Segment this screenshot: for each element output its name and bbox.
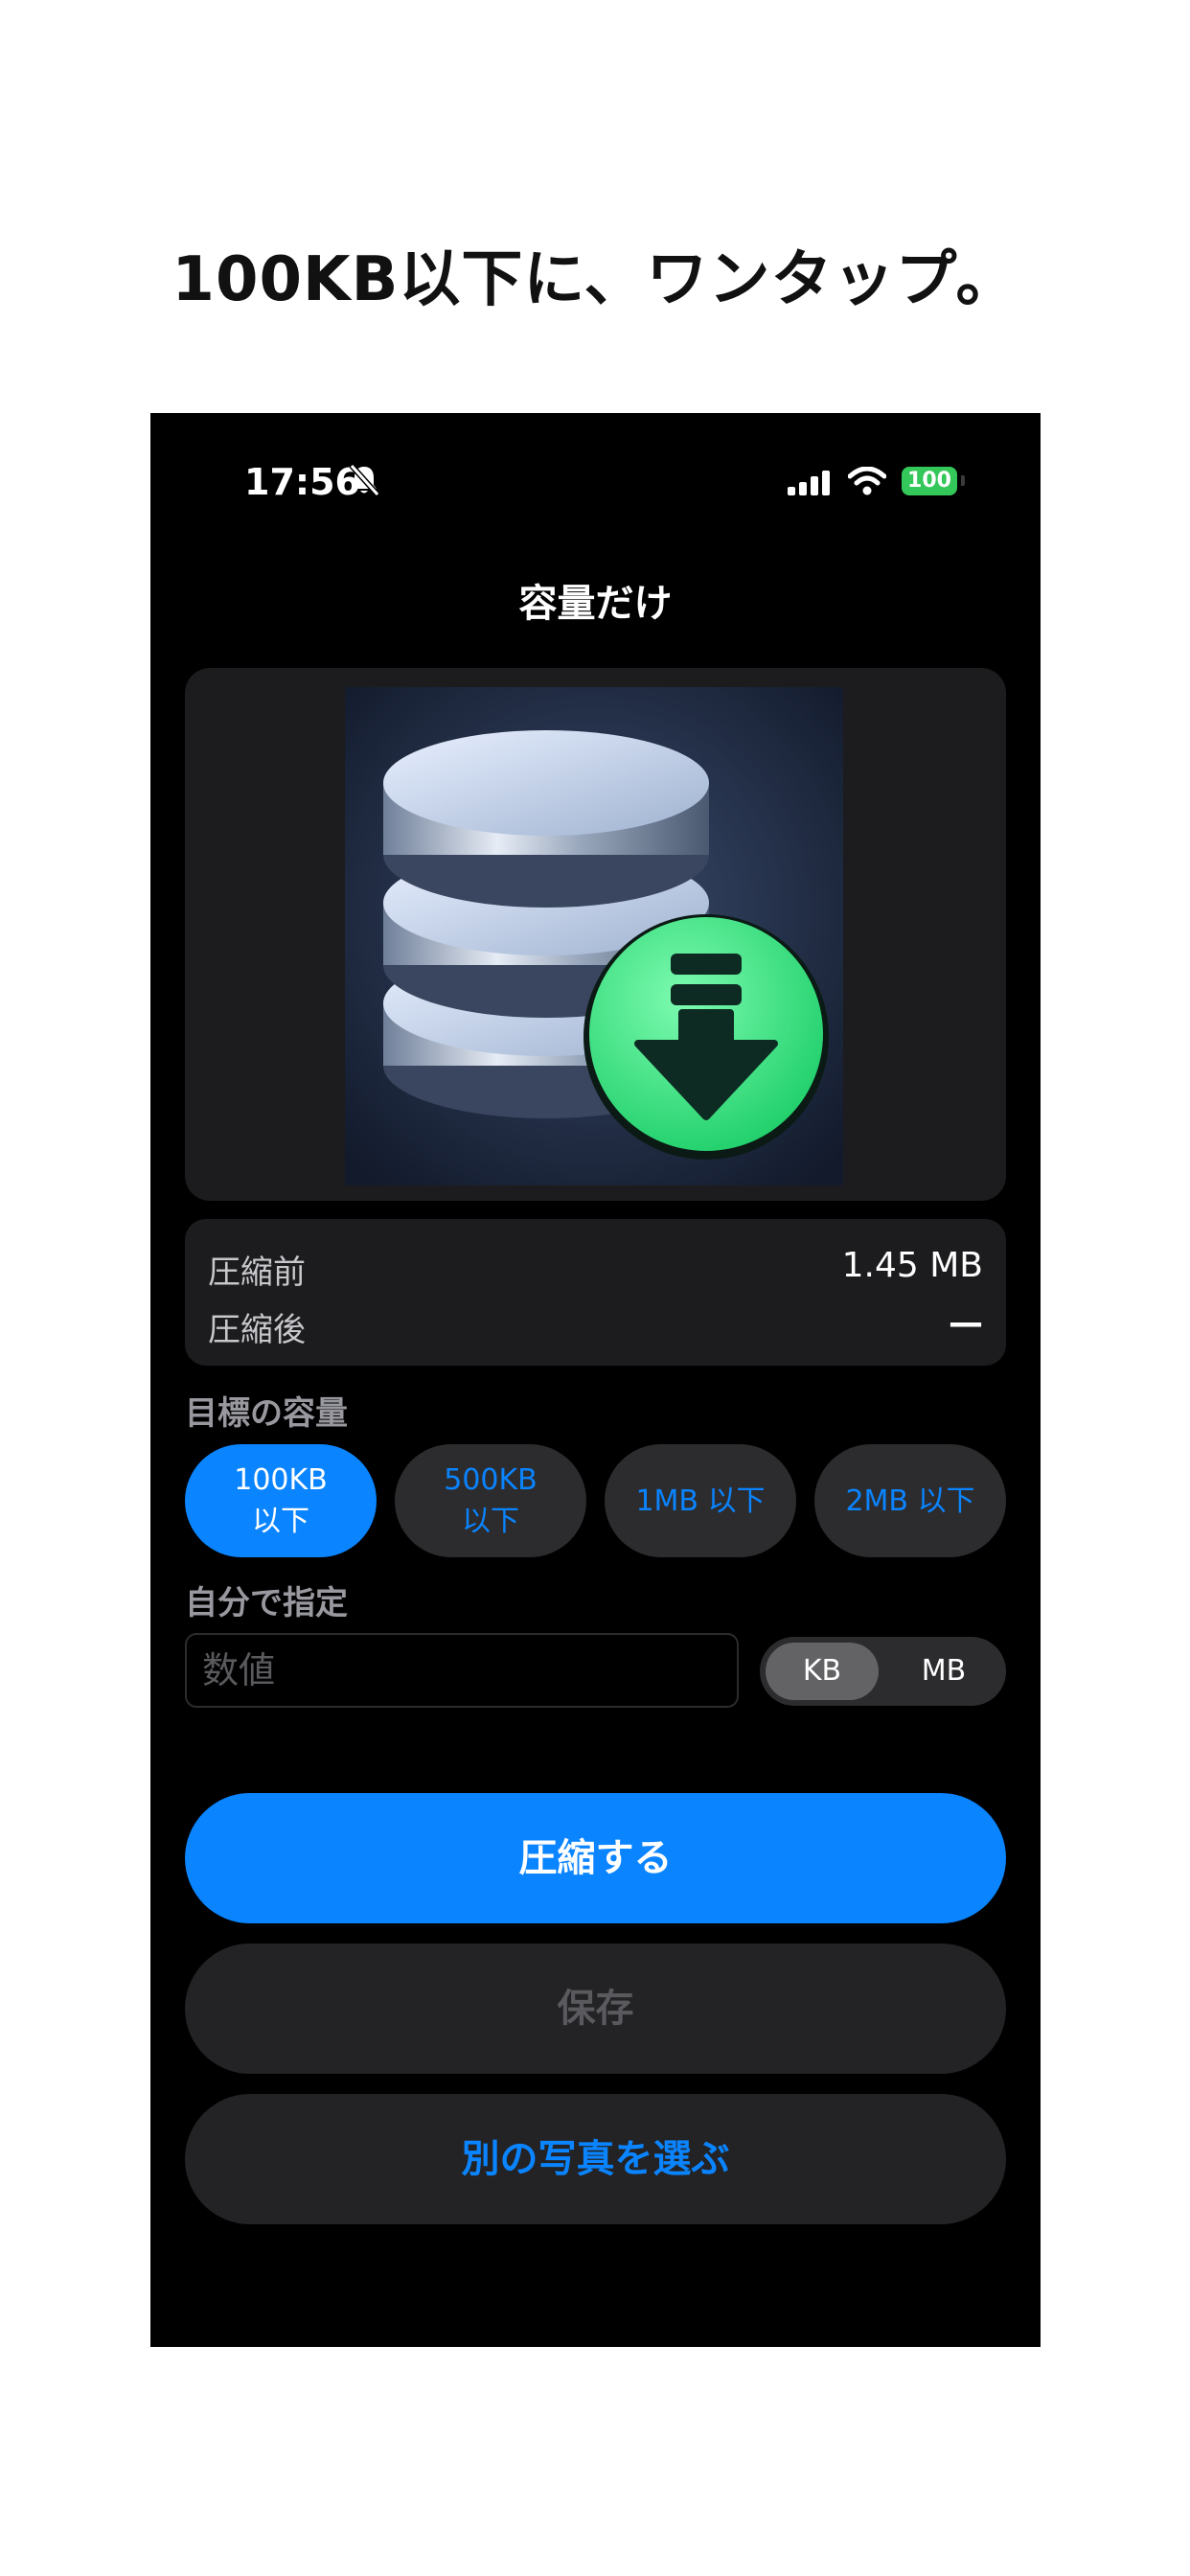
battery-nub xyxy=(961,475,965,486)
target-chip-1mb[interactable]: 1MB 以下 xyxy=(605,1444,796,1557)
size-after-value: — xyxy=(949,1303,983,1343)
save-button[interactable]: 保存 xyxy=(185,1944,1006,2074)
database-download-icon xyxy=(345,687,843,1185)
unit-segmented-control: KB MB xyxy=(760,1637,1006,1706)
size-after-row: 圧縮後 — xyxy=(208,1303,983,1351)
battery-indicator: 100 xyxy=(902,467,957,495)
choose-other-photo-button[interactable]: 別の写真を選ぶ xyxy=(185,2094,1006,2224)
bell-muted-icon xyxy=(348,463,380,501)
size-before-label: 圧縮前 xyxy=(208,1254,306,1292)
target-chip-500kb[interactable]: 500KB 以下 xyxy=(395,1444,586,1557)
cellular-signal-icon xyxy=(788,471,832,499)
compress-button[interactable]: 圧縮する xyxy=(185,1793,1006,1923)
unit-kb-segment[interactable]: KB xyxy=(766,1643,879,1700)
page-title: 容量だけ xyxy=(518,582,673,626)
phone-screen: 17:56 100 容量だけ 圧縮前 1.45 MB 圧縮後 — 目標の容量 1… xyxy=(150,413,1041,2347)
custom-size-label: 自分で指定 xyxy=(185,1584,348,1622)
size-after-label: 圧縮後 xyxy=(208,1311,306,1349)
target-chip-2mb[interactable]: 2MB 以下 xyxy=(814,1444,1006,1557)
size-info-card: 圧縮前 1.45 MB 圧縮後 — xyxy=(185,1219,1006,1366)
photo-preview-card xyxy=(185,668,1006,1201)
custom-value-input[interactable] xyxy=(185,1633,739,1708)
status-bar: 17:56 100 xyxy=(150,413,1041,557)
size-before-value: 1.45 MB xyxy=(841,1246,983,1285)
marketing-headline: 100KB以下に、ワンタップ。 xyxy=(172,244,1018,315)
status-time: 17:56 xyxy=(244,461,360,503)
size-before-row: 圧縮前 1.45 MB xyxy=(208,1246,983,1294)
wifi-icon xyxy=(847,466,887,499)
unit-mb-segment[interactable]: MB xyxy=(887,1643,1000,1700)
target-size-label: 目標の容量 xyxy=(185,1394,348,1433)
target-chip-100kb[interactable]: 100KB 以下 xyxy=(185,1444,377,1557)
